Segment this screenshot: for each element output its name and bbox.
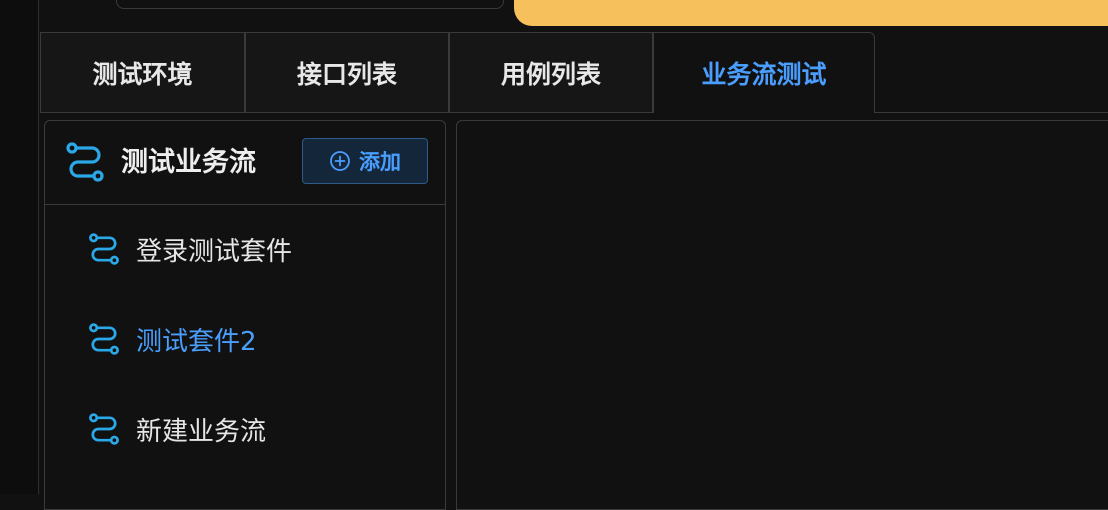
circle-plus-icon [330, 151, 350, 171]
top-search-input[interactable] [116, 0, 504, 9]
tab-business-flow-test[interactable]: 业务流测试 [653, 32, 875, 113]
flow-icon [89, 233, 119, 265]
flow-icon [66, 142, 104, 182]
flow-item-label: 测试套件2 [136, 326, 257, 357]
flow-item-label: 新建业务流 [136, 416, 267, 447]
flow-item-selected[interactable]: 测试套件2 [45, 309, 445, 369]
business-flow-sidebar: 测试业务流 添加 登录测试套件 测试套件2 新建业务流 [44, 120, 446, 510]
flow-item[interactable]: 新建业务流 [45, 399, 445, 459]
flow-item-label: 登录测试套件 [136, 236, 293, 267]
sidebar-header: 测试业务流 添加 [45, 121, 445, 205]
add-flow-button[interactable]: 添加 [302, 138, 428, 184]
flow-icon [89, 413, 119, 445]
flow-content-panel [456, 120, 1108, 510]
flow-item[interactable]: 登录测试套件 [45, 219, 445, 279]
tab-api-list[interactable]: 接口列表 [245, 32, 449, 112]
left-gutter [0, 0, 39, 494]
add-button-label: 添加 [359, 150, 401, 174]
tab-case-list[interactable]: 用例列表 [449, 32, 653, 112]
flow-icon [89, 323, 119, 355]
tab-test-environment[interactable]: 测试环境 [40, 32, 245, 112]
top-banner [514, 0, 1108, 26]
tab-bar: 测试环境 接口列表 用例列表 业务流测试 [40, 32, 1108, 113]
sidebar-title: 测试业务流 [121, 147, 256, 178]
